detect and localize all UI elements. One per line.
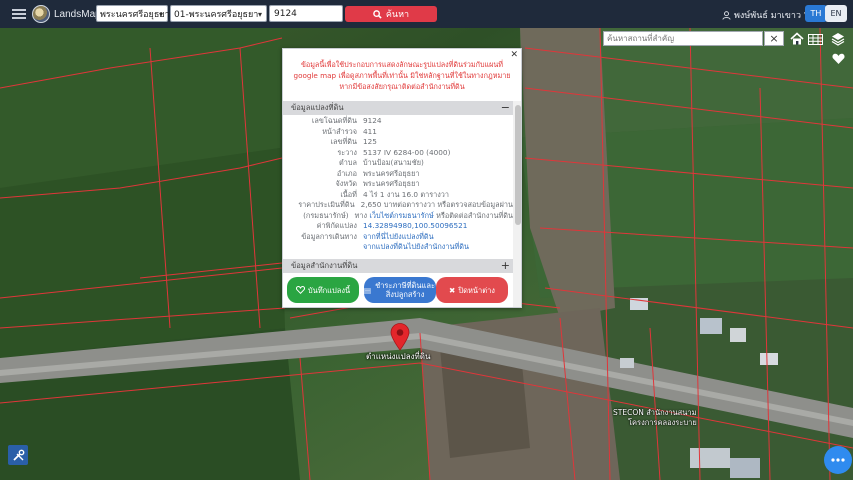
detail-key: เลขโฉนดที่ดิน [311, 116, 357, 125]
detail-row: ข้อมูลการเดินทาง จากที่นี่ไปยังแปลงที่ดิน [283, 232, 513, 243]
section-header-office[interactable]: ข้อมูลสำนักงานที่ดิน + [283, 259, 513, 273]
detail-value: 4 ไร่ 1 งาน 16.0 ตารางวา [363, 189, 449, 199]
user-menu[interactable]: พงษ์พันธ์ มาเขาว ▾ [722, 8, 809, 22]
detail-key: ตำบล [339, 158, 357, 167]
lang-en-button[interactable]: EN [825, 5, 847, 22]
detail-text: หรือติดต่อสำนักงานที่ดิน [433, 210, 513, 220]
parcel-info-popup: ✕ ข้อมูลนี้เพื่อใช้ประกอบการแสดงลักษณะรู… [282, 48, 522, 308]
disclaimer-notice: ข้อมูลนี้เพื่อใช้ประกอบการแสดงลักษณะรูปแ… [293, 60, 511, 91]
detail-text: ทาง [354, 210, 370, 220]
detail-value: พระนครศรีอยุธยา [363, 179, 420, 188]
detail-value: 14.32894980,100.50096521 [363, 221, 513, 232]
popup-actions: บันทึกแปลงนี้ ▤ ชำระภาษีที่ดินและสิ่งปลู… [287, 277, 523, 303]
detail-row: (กรมธนารักษ์) ทาง เว็บไซต์กรมธนารักษ์ หรื… [283, 211, 513, 222]
collapse-icon[interactable]: − [501, 101, 510, 114]
save-parcel-label: บันทึกแปลงนี้ [307, 285, 351, 295]
parcel-number-input[interactable]: 9124 [269, 5, 343, 22]
detail-row: หน้าสำรวจ 411 [283, 127, 513, 138]
marker-label: ตำแหน่งแปลงที่ดิน [366, 352, 431, 361]
layers-icon[interactable] [829, 30, 847, 48]
detail-key: จังหวัด [335, 179, 358, 188]
detail-key: หน้าสำรวจ [322, 126, 357, 136]
popup-close-icon[interactable]: ✕ [510, 50, 518, 60]
detail-key: ราคาประเมินที่ดิน [298, 200, 355, 209]
detail-value: 9124 [363, 116, 382, 125]
detail-value: จากแปลงที่ดินไปยังสำนักงานที่ดิน [363, 242, 513, 253]
parcel-details: เลขโฉนดที่ดิน 9124 หน้าสำรวจ 411 เลขที่ดิน… [283, 116, 513, 253]
place-search-input[interactable]: ค้นหาสถานที่สำคัญ [603, 31, 763, 46]
heart-outline-icon [295, 286, 305, 294]
detail-value: พระนครศรีอยุธยา [363, 168, 420, 178]
chevron-down-icon: ▾ [257, 10, 262, 19]
detail-row: ค่าพิกัดแปลง 14.32894980,100.50096521 [283, 221, 513, 232]
detail-key: เนื้อที่ [340, 189, 357, 199]
detail-key: ค่าพิกัดแปลง [316, 221, 357, 230]
amphoe-select[interactable]: 01-พระนครศรีอยุธยา ▾ [170, 5, 267, 22]
map-pin-icon[interactable] [390, 323, 410, 351]
detail-row: ระวาง 5137 IV 6284-00 (4000) [283, 148, 513, 159]
close-window-label: ปิดหน้าต่าง [458, 285, 495, 295]
search-icon [373, 9, 382, 19]
grid-table-icon[interactable] [806, 31, 824, 47]
detail-value: 125 [363, 137, 377, 146]
directions-to-office-link[interactable]: จากแปลงที่ดินไปยังสำนักงานที่ดิน [363, 242, 469, 251]
detail-key: อำเภอ [336, 168, 357, 178]
more-options-icon[interactable] [824, 446, 852, 474]
detail-row: ราคาประเมินที่ดิน 2,650 บาทต่อตารางวา หรื… [283, 200, 513, 211]
detail-value: ทาง เว็บไซต์กรมธนารักษ์ หรือติดต่อสำนักง… [355, 211, 513, 222]
treasury-website-link[interactable]: เว็บไซต์กรมธนารักษ์ [369, 211, 433, 220]
map-label-stecon-sub: โครงการคลองระบาย [628, 418, 697, 427]
detail-row: ตำบล บ้านป้อม(สนามชัย) [283, 158, 513, 169]
detail-row: อำเภอ พระนครศรีอยุธยา [283, 169, 513, 180]
detail-key: ข้อมูลการเดินทาง [301, 231, 357, 241]
detail-value: 5137 IV 6284-00 (4000) [363, 147, 451, 157]
detail-key: (กรมธนารักษ์) [303, 210, 349, 220]
detail-key: ระวาง [337, 147, 357, 157]
tools-icon[interactable] [8, 445, 28, 465]
province-select[interactable]: พระนครศรีอยุธยา ▾ [96, 5, 170, 22]
detail-row: จังหวัด พระนครศรีอยุธยา [283, 179, 513, 190]
close-icon: ✖ [449, 285, 456, 295]
detail-value: บ้านป้อม(สนามชัย) [363, 158, 424, 167]
save-parcel-button[interactable]: บันทึกแปลงนี้ [287, 277, 359, 303]
user-name: พงษ์พันธ์ มาเขาว [734, 11, 802, 21]
detail-key: เลขที่ดิน [330, 137, 358, 146]
search-button-label: ค้นหา [385, 10, 410, 20]
detail-row: จากแปลงที่ดินไปยังสำนักงานที่ดิน [283, 242, 513, 253]
pay-tax-button[interactable]: ▤ ชำระภาษีที่ดินและสิ่งปลูกสร้าง [364, 277, 436, 303]
section-title-parcel: ข้อมูลแปลงที่ดิน [291, 103, 344, 112]
pay-tax-label: ชำระภาษีที่ดินและสิ่งปลูกสร้าง [375, 281, 435, 299]
chevron-down-icon: ▾ [158, 10, 163, 19]
detail-value: จากที่นี่ไปยังแปลงที่ดิน [363, 232, 513, 243]
detail-row: เนื้อที่ 4 ไร่ 1 งาน 16.0 ตารางวา [283, 190, 513, 201]
document-icon: ▤ [364, 285, 372, 295]
section-header-parcel[interactable]: ข้อมูลแปลงที่ดิน − [283, 101, 513, 115]
expand-icon[interactable]: + [501, 259, 510, 272]
home-icon[interactable] [788, 31, 806, 47]
lang-th-button[interactable]: TH [805, 5, 827, 22]
landsmaps-logo [32, 5, 50, 23]
detail-value: 411 [363, 126, 377, 136]
detail-row: เลขโฉนดที่ดิน 9124 [283, 116, 513, 127]
amphoe-select-value: 01-พระนครศรีอยุธยา [174, 9, 259, 20]
heart-icon[interactable] [829, 50, 847, 68]
search-button[interactable]: ค้นหา [345, 6, 437, 22]
clear-search-button[interactable]: × [764, 31, 784, 46]
directions-to-parcel-link[interactable]: จากที่นี่ไปยังแปลงที่ดิน [363, 232, 434, 241]
coordinates-link[interactable]: 14.32894980,100.50096521 [363, 221, 467, 230]
detail-value: 2,650 บาทต่อตารางวา หรือตรวจสอบข้อมูลผ่า… [360, 200, 513, 209]
detail-row: เลขที่ดิน 125 [283, 137, 513, 148]
close-window-button[interactable]: ✖ ปิดหน้าต่าง [436, 277, 508, 303]
user-icon [722, 10, 731, 20]
scrollbar-thumb[interactable] [515, 105, 521, 225]
section-title-office: ข้อมูลสำนักงานที่ดิน [291, 261, 358, 270]
menu-icon[interactable] [12, 9, 26, 19]
detail-key [283, 242, 363, 253]
